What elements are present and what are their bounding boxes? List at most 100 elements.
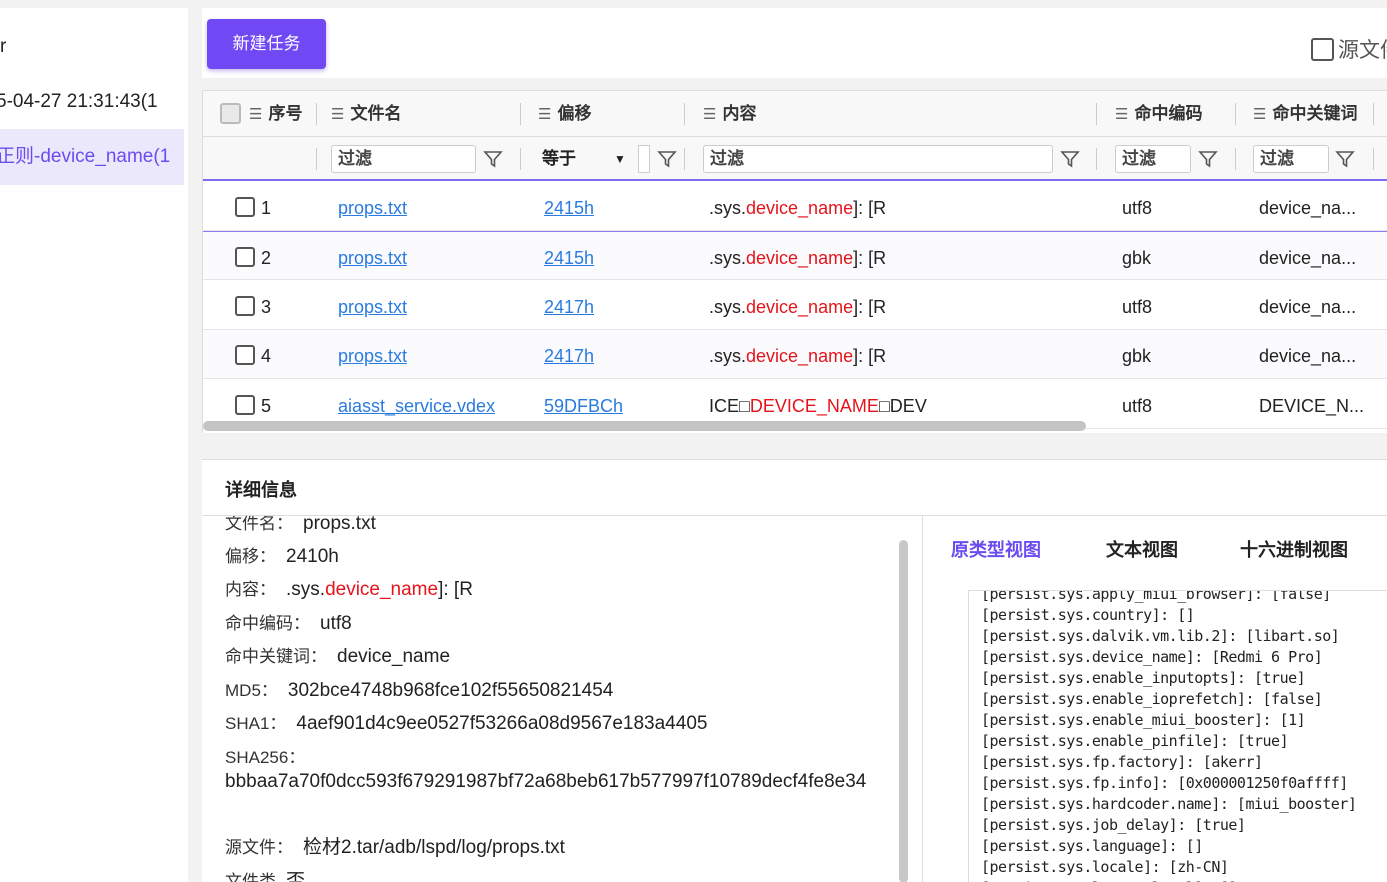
vertical-scrollbar[interactable] <box>899 540 908 882</box>
row-checkbox[interactable] <box>235 197 255 217</box>
row-encoding: gbk <box>1122 248 1152 268</box>
column-header-offset[interactable]: ☰ 偏移 <box>538 91 591 137</box>
filter-icon[interactable] <box>1335 149 1355 169</box>
sidebar-item-task-time[interactable]: 5-04-27 21:31:43(1 <box>0 74 184 130</box>
keyword-filter-input[interactable]: 过滤 <box>1253 145 1329 173</box>
content-text: ]: [R <box>853 346 887 366</box>
detail-value: 2410h <box>286 546 339 567</box>
row-checkbox[interactable] <box>235 247 255 267</box>
content-text: ]: [R <box>853 248 887 268</box>
column-menu-icon[interactable]: ☰ <box>249 106 262 123</box>
column-label: 命中关键词 <box>1272 104 1358 123</box>
filter-icon[interactable] <box>1060 149 1080 169</box>
raw-content-view[interactable]: [persist.sys.apply_miui_browser]: [false… <box>968 590 1387 882</box>
sidebar-item-regex-device-name[interactable]: 正则-device_name(1 <box>0 129 184 185</box>
column-divider <box>316 148 317 170</box>
detail-offset: 偏移： 2410h <box>225 542 339 568</box>
table-row[interactable]: 2 props.txt 2415h .sys.device_name]: [R … <box>203 231 1387 280</box>
column-menu-icon[interactable]: ☰ <box>538 106 551 123</box>
detail-extra: 文件类否 <box>225 866 305 882</box>
offset-filter-operator-select[interactable]: 等于 ▼ <box>538 145 630 173</box>
column-divider[interactable] <box>1235 103 1236 125</box>
dropdown-arrow-icon: ▼ <box>614 152 626 166</box>
table-row[interactable]: 1 props.txt 2415h .sys.device_name]: [R … <box>203 182 1387 231</box>
offset-link[interactable]: 2417h <box>544 346 594 366</box>
column-divider <box>1373 148 1374 170</box>
row-content: .sys.device_name]: [R <box>709 330 886 379</box>
grid-header: ☰ 序号 ☰ 文件名 ☰ 偏移 ☰ 内容 ☰ 命中编码 ☰ 命中关键词 <box>203 91 1387 137</box>
column-menu-icon[interactable]: ☰ <box>1253 106 1266 123</box>
filter-icon[interactable] <box>483 149 503 169</box>
detail-value: ]: [R <box>438 579 473 600</box>
sidebar-item-user[interactable]: r <box>0 19 188 75</box>
detail-sha256-value: bbbaa7a70f0dcc593f679291987bf72a68beb617… <box>225 771 867 792</box>
column-label: 内容 <box>722 104 757 123</box>
tab-prototype-view[interactable]: 原类型视图 <box>951 536 1041 562</box>
filter-icon[interactable] <box>657 149 677 169</box>
column-header-keyword[interactable]: ☰ 命中关键词 <box>1253 91 1357 137</box>
row-content: .sys.device_name]: [R <box>709 281 886 330</box>
row-checkbox[interactable] <box>235 296 255 316</box>
detail-value: props.txt <box>303 516 376 534</box>
detail-label: 命中关键词： <box>225 647 327 666</box>
content-filter-input[interactable]: 过滤 <box>703 145 1053 173</box>
content-highlight: device_name <box>746 248 854 268</box>
detail-value: 4aef901d4c9ee0527f53266a08d9567e183a4405 <box>296 713 708 734</box>
column-divider <box>520 148 521 170</box>
horizontal-scrollbar[interactable] <box>203 421 1086 431</box>
sidebar-item-label: r <box>0 36 7 57</box>
column-label: 偏移 <box>557 104 592 123</box>
offset-link[interactable]: 2417h <box>544 297 594 317</box>
column-divider[interactable] <box>1373 103 1374 125</box>
source-file-checkbox[interactable]: 源文件 <box>1311 34 1387 64</box>
filename-link[interactable]: props.txt <box>338 248 407 268</box>
table-row[interactable]: 4 props.txt 2417h .sys.device_name]: [R … <box>203 330 1387 379</box>
row-checkbox[interactable] <box>235 395 255 415</box>
select-all-checkbox[interactable] <box>220 103 241 124</box>
filter-icon[interactable] <box>1198 149 1218 169</box>
new-task-button[interactable]: 新建任务 <box>207 19 326 69</box>
source-file-checkbox-label: 源文件 <box>1338 39 1387 62</box>
tab-text-view[interactable]: 文本视图 <box>1106 536 1178 562</box>
checkbox-icon[interactable] <box>1311 38 1334 61</box>
column-menu-icon[interactable]: ☰ <box>1115 106 1128 123</box>
column-divider[interactable] <box>316 103 317 125</box>
column-menu-icon[interactable]: ☰ <box>703 106 716 123</box>
toolbar: 新建任务 源文件 <box>202 8 1387 78</box>
column-menu-icon[interactable]: ☰ <box>331 106 344 123</box>
column-divider[interactable] <box>684 103 685 125</box>
row-index: 1 <box>261 198 272 218</box>
detail-keyword: 命中关键词： device_name <box>225 642 450 668</box>
filename-link[interactable]: props.txt <box>338 297 407 317</box>
content-text: .sys. <box>709 346 747 366</box>
offset-filter-input[interactable] <box>638 145 650 173</box>
filename-filter-input[interactable]: 过滤 <box>331 145 476 173</box>
filename-link[interactable]: props.txt <box>338 198 407 218</box>
filename-link[interactable]: aiasst_service.vdex <box>338 396 495 416</box>
column-divider[interactable] <box>520 103 521 125</box>
encoding-filter-input[interactable]: 过滤 <box>1115 145 1191 173</box>
offset-link[interactable]: 2415h <box>544 198 594 218</box>
offset-link[interactable]: 59DFBCh <box>544 396 623 416</box>
column-header-filename[interactable]: ☰ 文件名 <box>331 91 401 137</box>
detail-label: 文件名： <box>225 516 293 533</box>
column-divider[interactable] <box>1096 103 1097 125</box>
details-panel: 详细信息 文件名： props.txt 偏移： 2410h 内容： .sys.devi… <box>202 459 1387 882</box>
column-header-encoding[interactable]: ☰ 命中编码 <box>1115 91 1202 137</box>
table-row[interactable]: 3 props.txt 2417h .sys.device_name]: [R … <box>203 281 1387 330</box>
row-keyword: device_na... <box>1259 248 1357 268</box>
offset-link[interactable]: 2415h <box>544 248 594 268</box>
content-text: .sys. <box>709 248 747 268</box>
filename-link[interactable]: props.txt <box>338 346 407 366</box>
column-header-content[interactable]: ☰ 内容 <box>703 91 756 137</box>
content-text: □DEV <box>878 396 927 416</box>
details-info: 文件名： props.txt 偏移： 2410h 内容： .sys.device_na… <box>202 516 922 882</box>
content-text: .sys. <box>709 297 747 317</box>
tab-hex-view[interactable]: 十六进制视图 <box>1240 536 1348 562</box>
detail-label: 内容： <box>225 580 276 599</box>
row-checkbox[interactable] <box>235 345 255 365</box>
raw-line: [persist.sys.country]: [] <box>981 606 1195 624</box>
raw-line: [persist.sys.enable_inputopts]: [true] <box>981 669 1306 687</box>
content-text: ]: [R <box>853 297 887 317</box>
column-header-index[interactable]: ☰ 序号 <box>249 91 302 137</box>
